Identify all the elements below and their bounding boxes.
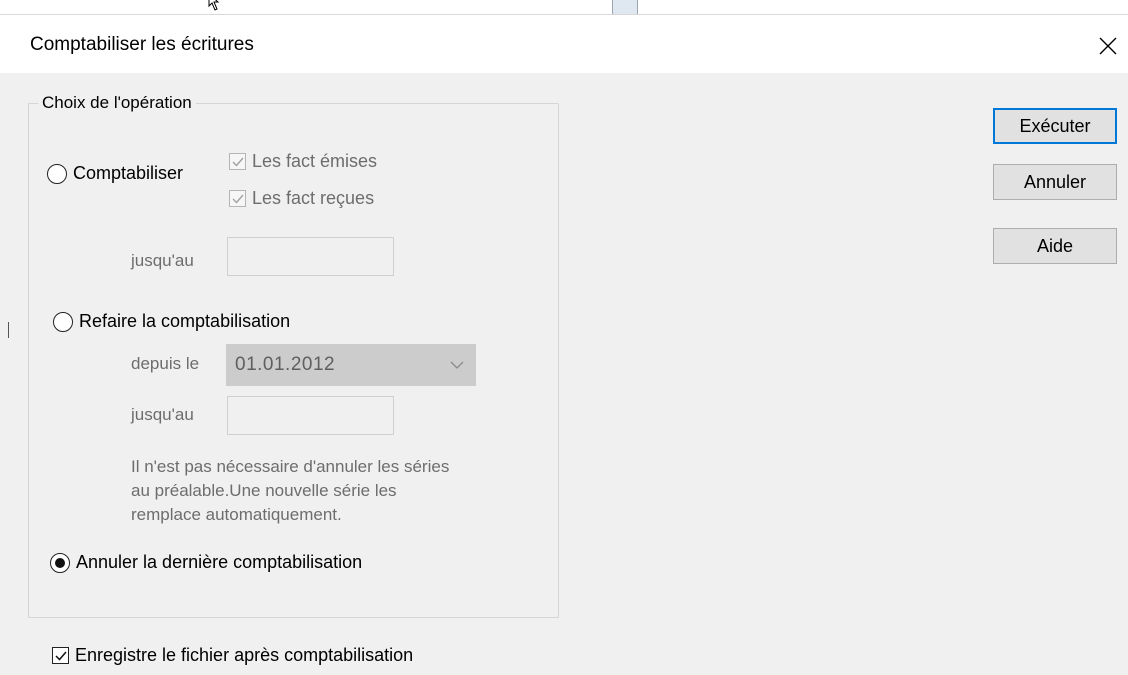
aide-button[interactable]: Aide: [993, 228, 1117, 264]
radio-refaire-label: Refaire la comptabilisation: [79, 311, 291, 331]
window-edge-mark: [8, 322, 9, 338]
checkbox-box: [52, 647, 69, 664]
checkbox-save-after-label: Enregistre le fichier après comptabilisa…: [75, 645, 414, 665]
operation-group-legend: Choix de l'opération: [38, 93, 196, 113]
radio-circle: [47, 163, 67, 184]
checkbox-fact-recues-label: Les fact reçues: [252, 188, 375, 208]
note-line: remplace automatiquement.: [131, 505, 342, 524]
depuis-date-value: 01.01.2012: [235, 354, 336, 375]
close-icon: [1099, 37, 1117, 55]
dialog-title: Comptabiliser les écritures: [30, 34, 254, 55]
chevron-down-icon: [439, 345, 475, 385]
executer-button[interactable]: Exécuter: [993, 108, 1117, 144]
depuis-date-combo[interactable]: 01.01.2012: [226, 344, 476, 386]
checkbox-box: [229, 153, 246, 170]
refaire-note: Il n'est pas nécessaire d'annuler les sé…: [131, 455, 556, 527]
background-window-strip: [0, 0, 1128, 15]
close-button[interactable]: [1088, 26, 1128, 66]
jusquau-label-2: jusqu'au: [131, 405, 194, 424]
jusquau-label-1: jusqu'au: [131, 251, 194, 270]
radio-circle: [50, 552, 70, 573]
radio-comptabiliser[interactable]: Comptabiliser: [47, 163, 183, 184]
checkmark-icon: [232, 194, 244, 204]
radio-circle: [53, 311, 73, 332]
checkbox-fact-emises-label: Les fact émises: [252, 151, 378, 171]
mouse-cursor-icon: [208, 0, 220, 11]
note-line: au préalable.Une nouvelle série les: [131, 481, 397, 500]
checkmark-icon: [232, 157, 244, 167]
jusquau-date-field-1[interactable]: [227, 237, 394, 276]
depuis-label: depuis le: [131, 354, 200, 373]
radio-refaire[interactable]: Refaire la comptabilisation: [53, 311, 290, 332]
checkmark-icon: [54, 651, 67, 661]
document-icon: [612, 0, 638, 14]
radio-comptabiliser-label: Comptabiliser: [73, 163, 184, 183]
checkbox-fact-emises[interactable]: Les fact émises: [229, 151, 377, 172]
radio-annuler-label: Annuler la dernière comptabilisation: [76, 552, 363, 572]
jusquau-date-field-2[interactable]: [227, 396, 394, 435]
checkbox-save-after[interactable]: Enregistre le fichier après comptabilisa…: [52, 645, 413, 666]
radio-selected-dot: [55, 557, 65, 568]
checkbox-fact-recues[interactable]: Les fact reçues: [229, 188, 374, 209]
note-line: Il n'est pas nécessaire d'annuler les sé…: [131, 457, 450, 476]
radio-annuler[interactable]: Annuler la dernière comptabilisation: [50, 552, 362, 573]
checkbox-box: [229, 190, 246, 207]
annuler-button[interactable]: Annuler: [993, 164, 1117, 200]
